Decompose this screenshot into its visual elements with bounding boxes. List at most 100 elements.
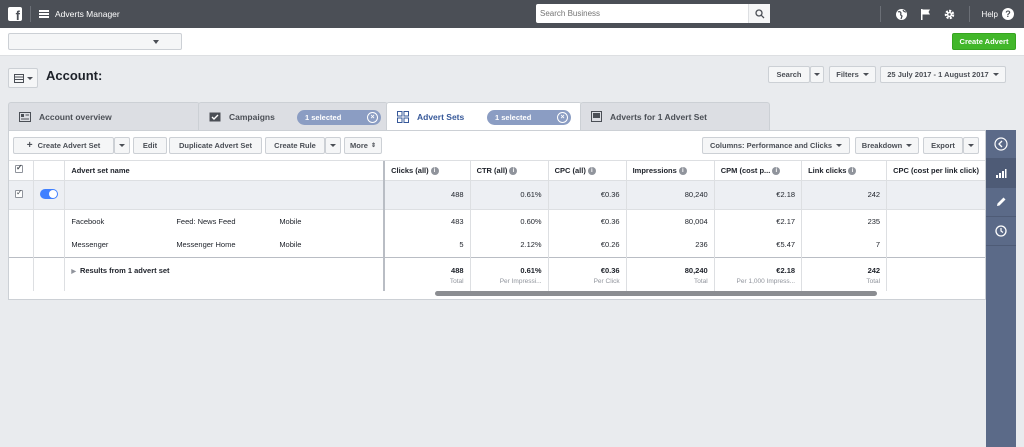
info-icon[interactable]: i xyxy=(848,166,857,175)
total-value: €0.36 xyxy=(600,265,620,275)
chevron-down-icon xyxy=(26,76,33,80)
clear-selection-icon[interactable]: × xyxy=(557,112,568,123)
total-sub-label: Per Impressi... xyxy=(499,277,542,285)
delivery-toggle[interactable] xyxy=(40,188,59,199)
row-checkbox[interactable] xyxy=(15,188,23,198)
empty-cell xyxy=(33,233,66,257)
impressions-cell: 236 xyxy=(626,233,715,257)
chevron-down-icon xyxy=(968,144,974,147)
tab-label: Campaigns xyxy=(229,111,275,122)
column-header-ctr[interactable]: CTR (all) i xyxy=(470,161,549,181)
column-header-impressions[interactable]: Impressions i xyxy=(626,161,715,181)
collapse-panel-button[interactable] xyxy=(986,130,1016,159)
ad-account-dropdown[interactable] xyxy=(8,33,182,50)
table-row[interactable]: Messenger Messenger Home Mobile 5 2.12% … xyxy=(9,233,985,257)
column-header-cpm[interactable]: CPM (cost p... i xyxy=(714,161,803,181)
total-value: 0.61% xyxy=(520,265,542,275)
column-header-label: Impressions xyxy=(632,165,677,175)
tab-advert-sets[interactable]: Advert Sets 1 selected × xyxy=(386,102,582,131)
history-panel-button[interactable] xyxy=(986,217,1016,246)
column-header-label: Link clicks xyxy=(808,165,847,175)
duplicate-label: Duplicate Advert Set xyxy=(178,141,253,150)
horizontal-scrollbar[interactable] xyxy=(435,291,877,296)
info-icon[interactable]: i xyxy=(772,166,781,175)
advert-set-name-cell[interactable] xyxy=(64,180,386,210)
performance-chart-button[interactable] xyxy=(986,159,1016,188)
cpc-cell: €0.26 xyxy=(548,233,627,257)
expand-arrow-icon[interactable]: ▶ xyxy=(71,269,76,275)
create-options-button[interactable] xyxy=(114,137,130,154)
selection-pill[interactable]: 1 selected × xyxy=(487,110,571,125)
cpc-cell: €0.36 xyxy=(548,180,627,210)
info-icon[interactable]: i xyxy=(678,166,687,175)
account-bar: Create Advert xyxy=(0,28,1024,56)
column-header-cpc-link[interactable]: CPC (cost per link click) xyxy=(886,161,985,181)
breakdown-cell: Facebook Feed: News Feed Mobile xyxy=(64,209,386,233)
cpc-cell: €0.36 xyxy=(548,209,627,233)
search-icon[interactable] xyxy=(748,4,770,23)
export-button[interactable]: Export xyxy=(923,137,963,154)
clear-selection-icon[interactable]: × xyxy=(367,112,378,123)
table-toolbar: + Create Advert Set Edit Duplicate Adver… xyxy=(9,131,985,161)
clock-icon xyxy=(995,225,1007,237)
info-icon[interactable]: i xyxy=(509,166,518,175)
column-header-cpc[interactable]: CPC (all) i xyxy=(548,161,627,181)
column-header-link-clicks[interactable]: Link clicks i xyxy=(801,161,888,181)
create-rule-options-button[interactable] xyxy=(325,137,341,154)
create-advert-set-button[interactable]: + Create Advert Set xyxy=(13,137,114,154)
link-clicks-cell: 7 xyxy=(801,233,888,257)
tab-label: Advert Sets xyxy=(417,112,465,122)
row-toggle-cell xyxy=(33,180,66,210)
more-button[interactable]: More ⇕ xyxy=(344,137,382,154)
info-icon[interactable]: i xyxy=(430,166,439,175)
app-title[interactable]: Adverts Manager xyxy=(55,9,120,19)
breakdown-label: Breakdown xyxy=(861,141,903,150)
export-label: Export xyxy=(931,141,955,150)
edit-panel-button[interactable] xyxy=(986,188,1016,217)
chevron-down-icon xyxy=(119,144,125,147)
date-range-picker[interactable]: 25 July 2017 - 1 August 2017 xyxy=(880,66,1006,83)
column-header-name[interactable]: Advert set name xyxy=(64,161,386,181)
tab-campaigns[interactable]: Campaigns 1 selected × xyxy=(198,102,388,130)
search-business-input[interactable] xyxy=(536,4,748,23)
tab-adverts[interactable]: Adverts for 1 Advert Set xyxy=(580,102,770,130)
create-advert-button[interactable]: Create Advert xyxy=(952,33,1016,50)
create-rule-button[interactable]: Create Rule xyxy=(265,137,325,154)
table-row-selected[interactable]: 488 0.61% €0.36 80,240 €2.18 242 xyxy=(9,180,985,210)
total-value: €2.18 xyxy=(776,265,796,275)
total-impressions-cell: 80,240 Total xyxy=(626,256,715,291)
tab-account-overview[interactable]: Account overview xyxy=(8,102,200,130)
menu-icon[interactable] xyxy=(39,10,49,18)
cpc-link-cell xyxy=(887,209,985,233)
table-row[interactable]: Facebook Feed: News Feed Mobile 483 0.60… xyxy=(9,209,985,233)
column-header-label: Advert set name xyxy=(71,165,130,175)
export-options-button[interactable] xyxy=(963,137,979,154)
select-all-checkbox[interactable] xyxy=(15,163,23,174)
cpm-cell: €2.18 xyxy=(714,180,803,210)
account-menu-button[interactable] xyxy=(8,68,38,88)
search-button[interactable]: Search xyxy=(768,66,810,83)
breakdown-dropdown[interactable]: Breakdown xyxy=(855,137,919,154)
info-icon[interactable]: i xyxy=(587,166,596,175)
facebook-logo-icon[interactable] xyxy=(8,7,22,23)
results-summary-cell[interactable]: ▶ Results from 1 advert set xyxy=(64,256,386,291)
duplicate-advert-set-button[interactable]: Duplicate Advert Set xyxy=(169,137,262,154)
placement-label: Messenger Home xyxy=(176,240,236,250)
columns-dropdown[interactable]: Columns: Performance and Clicks xyxy=(702,137,850,154)
cpc-link-cell xyxy=(887,233,985,257)
gear-icon[interactable] xyxy=(943,7,957,21)
impressions-cell: 80,004 xyxy=(626,209,715,233)
flag-icon[interactable] xyxy=(919,7,933,21)
filters-label: Filters xyxy=(836,70,859,79)
chevron-down-icon xyxy=(836,144,843,147)
globe-icon[interactable] xyxy=(895,7,909,21)
advert-icon xyxy=(591,111,602,122)
edit-button[interactable]: Edit xyxy=(133,137,167,154)
column-header-clicks[interactable]: Clicks (all) i xyxy=(384,161,471,181)
search-options-button[interactable] xyxy=(810,66,824,83)
link-clicks-cell: 242 xyxy=(801,180,888,210)
help-button[interactable]: Help ? xyxy=(982,8,1014,20)
ctr-cell: 2.12% xyxy=(470,233,549,257)
selection-pill[interactable]: 1 selected × xyxy=(297,110,381,125)
filters-button[interactable]: Filters xyxy=(829,66,876,83)
